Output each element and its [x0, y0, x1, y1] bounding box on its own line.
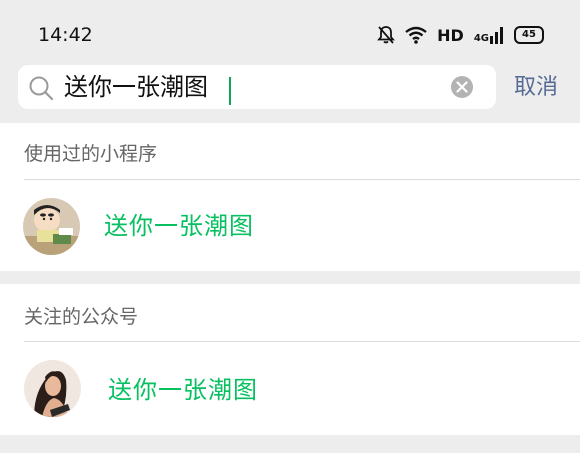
woman-photo-avatar-icon — [24, 360, 81, 417]
clear-icon[interactable] — [450, 75, 474, 103]
search-query-text: 送你一张潮图 — [64, 73, 208, 101]
cancel-button[interactable]: 取消 — [514, 76, 558, 100]
wifi-icon — [405, 26, 427, 44]
cartoon-boy-avatar-icon — [23, 198, 80, 255]
official-account-name: 送你一张潮图 — [108, 376, 258, 404]
search-input[interactable]: 送你一张潮图 — [18, 65, 496, 109]
mini-program-item[interactable]: 送你一张潮图 — [0, 180, 580, 270]
official-account-item[interactable]: 送你一张潮图 — [0, 342, 580, 434]
battery-icon: 45 — [514, 26, 544, 44]
cellular-signal-icon: 4G — [474, 26, 504, 44]
mini-programs-section: 使用过的小程序 送你一张潮图 — [0, 123, 580, 271]
status-icons: HD 4G 45 — [377, 24, 544, 46]
section-title-mini-programs: 使用过的小程序 — [24, 143, 158, 165]
text-cursor — [229, 77, 231, 105]
status-time: 14:42 — [38, 24, 93, 46]
network-type-label: 4G — [473, 33, 489, 44]
official-accounts-section: 关注的公众号 送你一张潮图 — [0, 284, 580, 435]
search-bar: 送你一张潮图 取消 — [0, 60, 580, 116]
search-icon — [28, 75, 54, 105]
mini-program-name: 送你一张潮图 — [104, 212, 254, 240]
status-bar: 14:42 HD 4G 45 — [0, 0, 580, 60]
hd-label: HD — [437, 25, 464, 45]
section-title-official-accounts: 关注的公众号 — [24, 306, 139, 328]
mute-bell-icon — [377, 25, 396, 45]
